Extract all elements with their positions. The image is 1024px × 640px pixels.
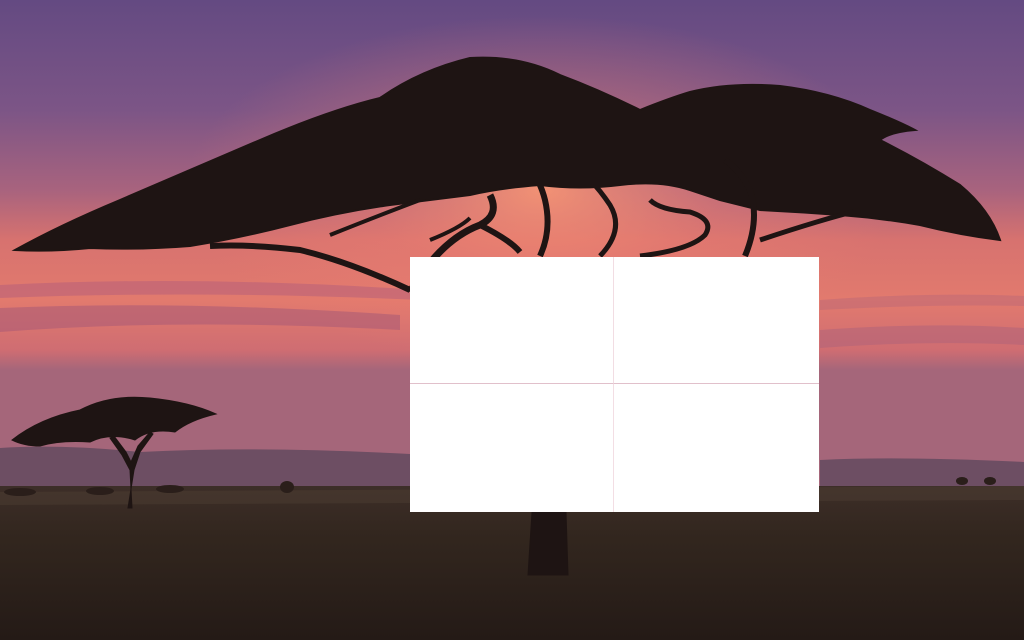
tile-panel[interactable] xyxy=(410,257,819,512)
tile-top-left[interactable] xyxy=(410,257,614,384)
tile-bottom-right[interactable] xyxy=(614,384,819,512)
tile-top-right[interactable] xyxy=(614,257,819,384)
tile-bottom-left-text xyxy=(410,384,411,385)
tile-bottom-left[interactable] xyxy=(410,384,614,512)
desktop[interactable] xyxy=(0,0,1024,640)
tile-bottom-right-text xyxy=(614,384,615,385)
tile-top-left-text xyxy=(410,257,411,258)
tile-top-right-text xyxy=(614,257,615,258)
